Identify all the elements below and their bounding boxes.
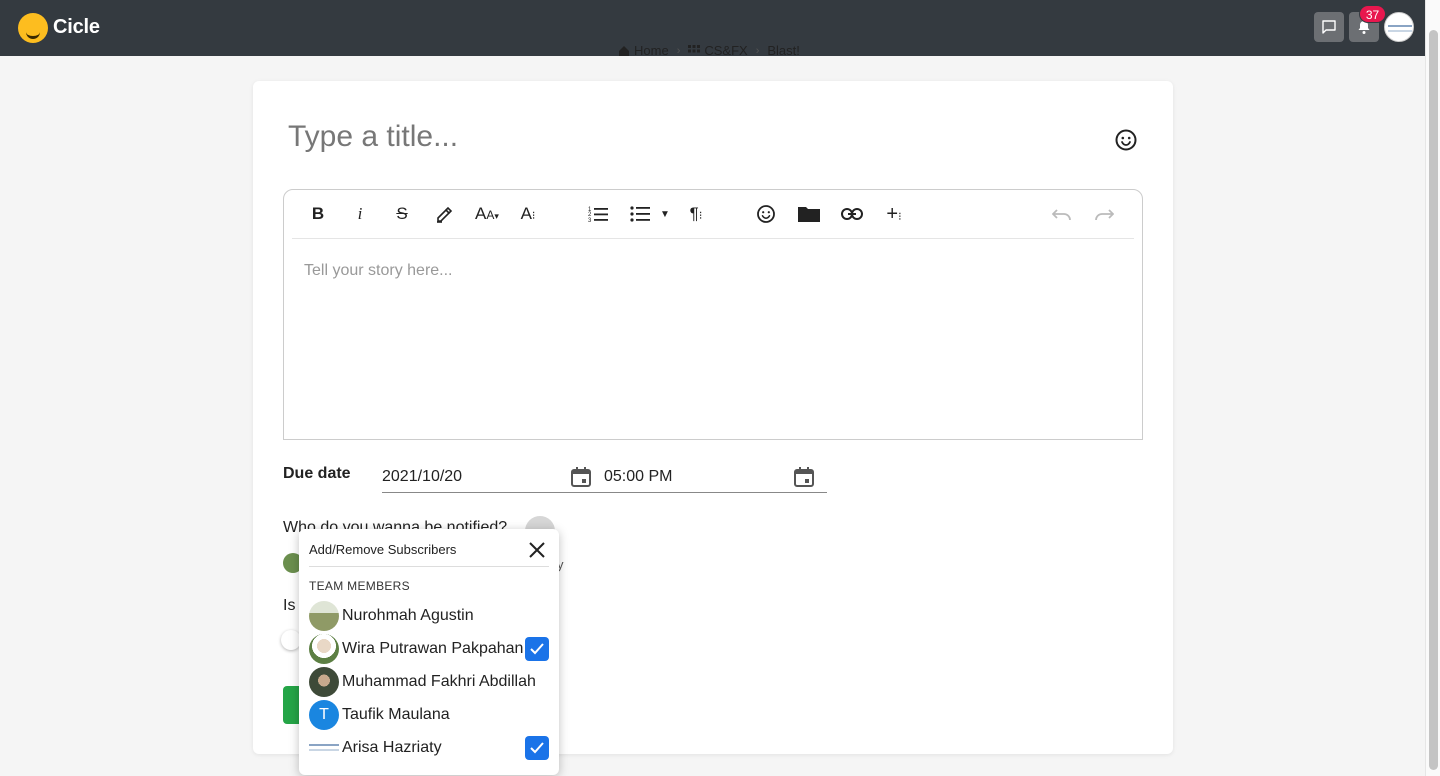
line-height-button[interactable]: A⁝ [516,202,540,226]
title-emoji-button[interactable] [1114,128,1138,152]
strikethrough-button[interactable]: S [390,202,414,226]
post-title-input[interactable] [288,120,1088,154]
editor-toolbar: B i S AA▾ A⁝ 123 ▼ ¶⁝ +⁝ [284,190,1142,239]
due-date-value[interactable]: 2021/10/20 [382,468,462,486]
undo-button[interactable] [1050,202,1074,226]
calendar-icon[interactable] [793,466,815,488]
breadcrumb-current[interactable]: Blast! [767,45,800,56]
breadcrumb-home-label[interactable]: Home [634,45,669,56]
redo-button[interactable] [1092,202,1116,226]
bold-icon: B [311,204,325,223]
popup-title: Add/Remove Subscribers [309,542,457,557]
avatar [309,634,339,664]
home-icon [619,45,629,56]
avatar [309,733,339,763]
italic-icon: i [357,204,363,223]
due-date-field[interactable]: 2021/10/20 [382,462,604,493]
close-popup-button[interactable] [527,540,547,560]
due-time-field[interactable]: 05:00 PM [604,462,827,493]
avatar-initial: T [319,706,329,723]
checkmark-icon [530,643,544,655]
list-style-dropdown[interactable]: ▼ [658,202,672,226]
chat-icon [1322,20,1336,34]
caret-down-icon: ▼ [660,208,670,220]
italic-button[interactable]: i [348,202,372,226]
notification-count-badge: 37 [1359,5,1386,23]
breadcrumb-current-label[interactable]: Blast! [767,45,800,56]
grid-icon [688,45,701,52]
member-row[interactable]: Wira Putrawan Pakpahan [309,634,553,664]
breadcrumb: Home › CS&FX › Blast! [618,45,800,56]
brand-name[interactable]: Cicle [53,16,100,39]
checkmark-icon [530,742,544,754]
breadcrumb-home[interactable]: Home [618,45,669,56]
folder-icon [798,207,820,222]
member-row[interactable]: Arisa Hazriaty [309,733,553,763]
due-time-value[interactable]: 05:00 PM [604,468,672,486]
private-label: Is [283,597,296,614]
rich-text-editor: B i S AA▾ A⁝ 123 ▼ ¶⁝ +⁝ Tell your story… [283,189,1143,440]
team-members-heading: TEAM MEMBERS [309,579,410,593]
avatar: T [309,700,339,730]
chat-button[interactable] [1314,12,1344,42]
highlight-button[interactable] [432,202,456,226]
close-icon [529,542,545,558]
ordered-list-button[interactable]: 123 [586,202,610,226]
breadcrumb-team-label[interactable]: CS&FX [704,45,747,56]
line-height-icon: A⁝ [520,204,536,223]
calendar-icon[interactable] [570,466,592,488]
breadcrumb-separator-icon: › [676,45,681,56]
strikethrough-icon: S [396,204,408,223]
font-size-icon: AA▾ [475,204,499,223]
toolbar-divider [292,238,1134,239]
insert-emoji-button[interactable] [754,202,778,226]
member-checkbox[interactable] [525,736,549,760]
highlight-icon [437,206,453,223]
unordered-list-icon [630,206,650,222]
paragraph-icon: ¶⁝ [689,204,703,223]
avatar [309,601,339,631]
subscribers-popup: Add/Remove Subscribers TEAM MEMBERS Nuro… [299,529,559,775]
member-row[interactable]: Muhammad Fakhri Abdillah [309,667,553,697]
member-name[interactable]: Taufik Maulana [342,706,450,724]
paragraph-button[interactable]: ¶⁝ [684,202,708,226]
member-name[interactable]: Arisa Hazriaty [342,739,442,757]
link-icon [841,208,863,220]
emoji-icon [757,205,775,223]
member-name[interactable]: Muhammad Fakhri Abdillah [342,673,536,691]
member-name[interactable]: Nurohmah Agustin [342,607,474,625]
due-date-label: Due date [283,465,351,482]
undo-icon [1052,209,1071,221]
member-name[interactable]: Wira Putrawan Pakpahan [342,640,523,658]
insert-link-button[interactable] [840,202,864,226]
member-row[interactable]: T Taufik Maulana [309,700,553,730]
breadcrumb-team[interactable]: CS&FX [688,45,748,56]
popup-divider [309,566,549,567]
bold-button[interactable]: B [306,202,330,226]
member-checkbox[interactable] [525,637,549,661]
breadcrumb-separator-icon: › [755,45,760,56]
insert-more-button[interactable]: +⁝ [882,202,906,226]
private-toggle[interactable] [281,630,301,650]
avatar [309,667,339,697]
ordered-list-icon: 123 [588,207,608,223]
svg-text:3: 3 [588,218,592,223]
scrollbar-thumb[interactable] [1429,30,1438,770]
insert-more-icon: +⁝ [886,202,902,225]
insert-file-button[interactable] [796,202,822,226]
member-row[interactable]: Nurohmah Agustin [309,601,553,631]
font-size-button[interactable]: AA▾ [470,202,504,226]
unordered-list-button[interactable] [628,202,652,226]
user-avatar[interactable] [1384,12,1414,42]
redo-icon [1095,209,1114,221]
cicle-logo-icon[interactable] [18,13,48,43]
editor-body-placeholder[interactable]: Tell your story here... [304,262,453,280]
emoji-icon [1115,129,1137,151]
page-scrollbar[interactable] [1425,0,1440,776]
